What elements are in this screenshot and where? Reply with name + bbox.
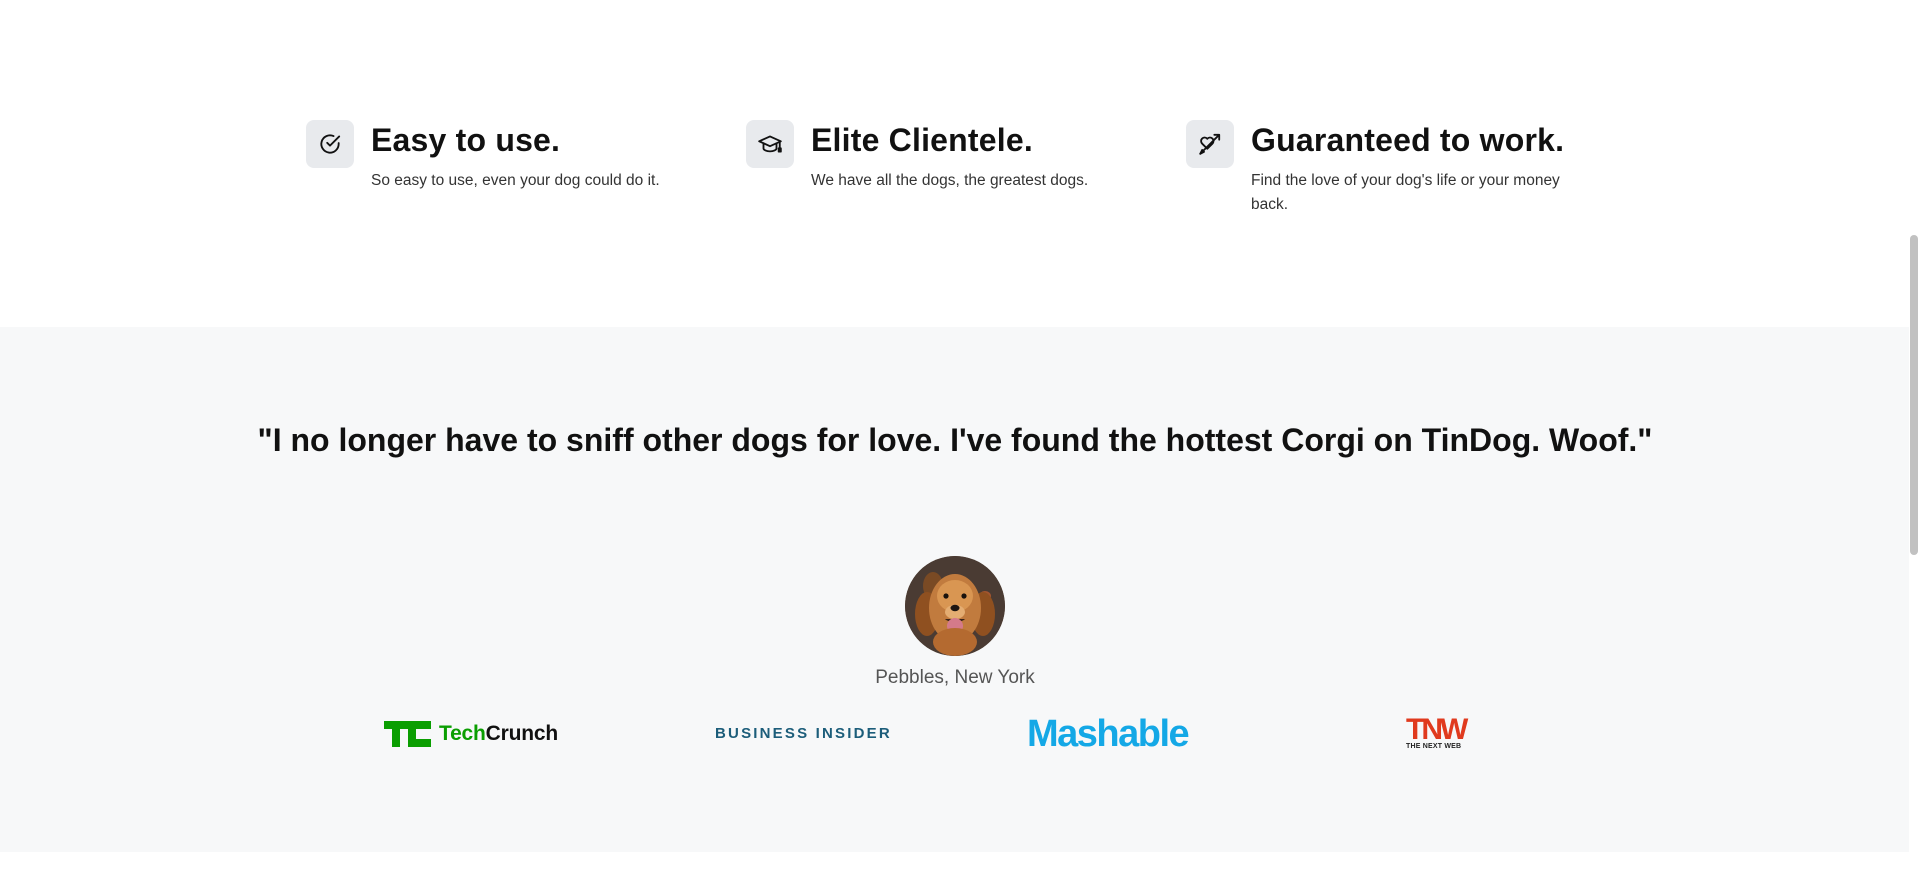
feature-text: Find the love of your dog's life or your… [1251, 172, 1560, 213]
feature-text: So easy to use, even your dog could do i… [371, 172, 660, 189]
business-insider-text: BUSINESS INSIDER [715, 725, 892, 742]
testimonial-author: Pebbles, New York [875, 667, 1035, 688]
tnw-main-text: TNW [1406, 713, 1468, 746]
graduation-cap-icon [746, 120, 794, 168]
feature-text: We have all the dogs, the greatest dogs. [811, 172, 1089, 189]
page: Easy to use. So easy to use, even your d… [0, 0, 1919, 875]
tnw-sub-text: THE NEXT WEB [1406, 743, 1462, 750]
feature-title: Easy to use. [371, 122, 561, 158]
mashable-text: Mashable [1027, 713, 1190, 755]
techcrunch-icon [384, 721, 431, 747]
check-circle-icon [306, 120, 354, 168]
dog-avatar-image [905, 556, 1005, 656]
mashable-logo: Mashable [1027, 713, 1190, 756]
testimonials-section: "I no longer have to sniff other dogs fo… [0, 327, 1909, 852]
techcrunch-prefix: Tech [439, 722, 486, 745]
heart-arrow-icon [1186, 120, 1234, 168]
features-section: Easy to use. So easy to use, even your d… [0, 0, 1919, 327]
vertical-scrollbar[interactable] [1909, 0, 1919, 875]
feature-title: Elite Clientele. [811, 122, 1033, 158]
testimonial-quote: "I no longer have to sniff other dogs fo… [257, 422, 1653, 458]
feature-title: Guaranteed to work. [1251, 122, 1565, 158]
tnw-logo: TNW THE NEXT WEB [1406, 713, 1468, 751]
techcrunch-logo: TechCrunch [384, 721, 558, 747]
techcrunch-suffix: Crunch [485, 722, 559, 745]
business-insider-logo: BUSINESS INSIDER [715, 725, 892, 743]
avatar [905, 556, 1005, 656]
scrollbar-thumb[interactable] [1910, 235, 1918, 555]
